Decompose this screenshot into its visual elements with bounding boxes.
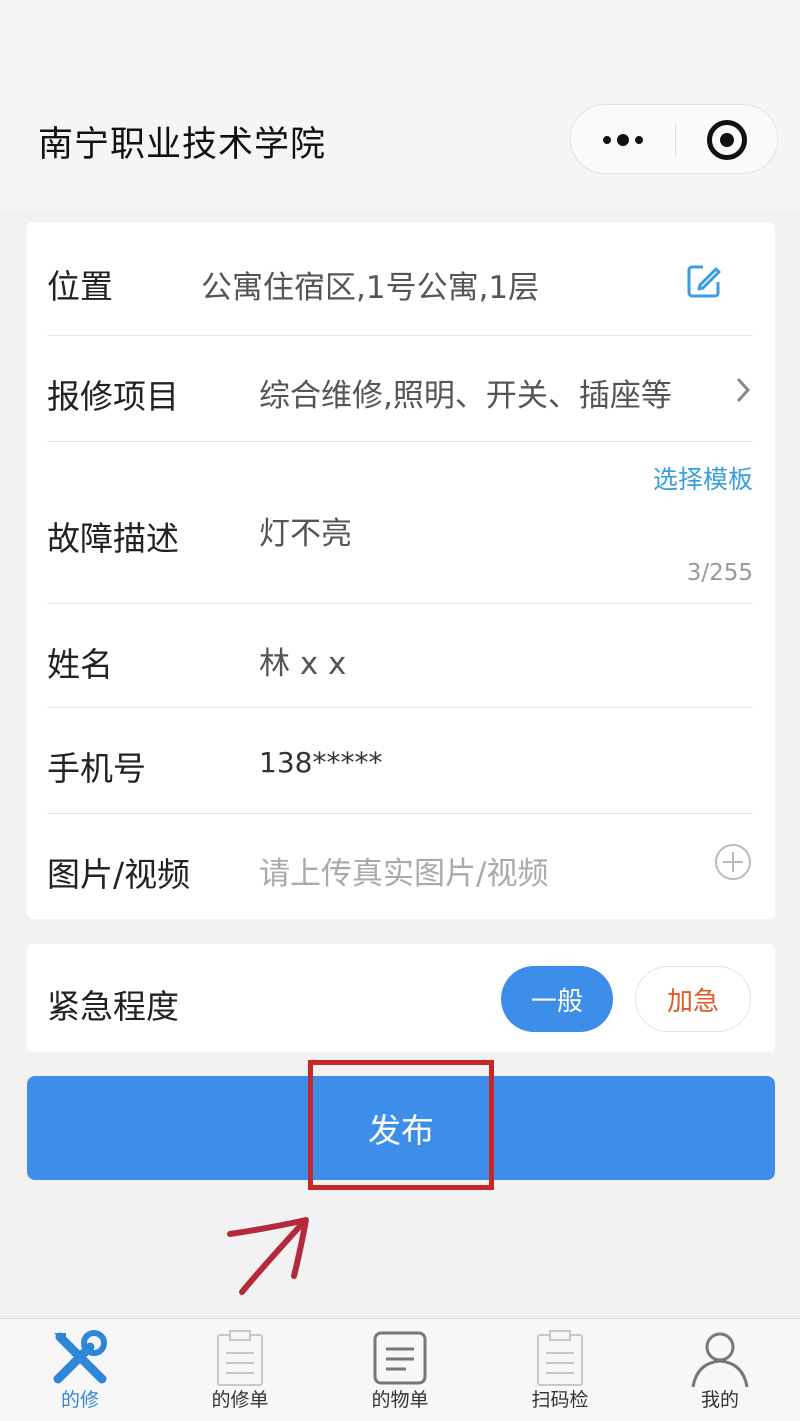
publish-button[interactable]: 发布 bbox=[27, 1076, 775, 1180]
tab-item-orders-label: 的物单 bbox=[371, 1389, 429, 1411]
plus-circle-icon[interactable] bbox=[713, 842, 753, 882]
phone-label: 手机号 bbox=[47, 749, 146, 788]
document-icon bbox=[373, 1331, 427, 1385]
media-row[interactable]: 图片/视频 请上传真实图片/视频 bbox=[47, 814, 753, 919]
more-dots-icon[interactable] bbox=[571, 105, 675, 175]
name-input[interactable]: 林 x x bbox=[259, 638, 346, 683]
repair-item-row[interactable]: 报修项目 综合维修,照明、开关、插座等 bbox=[47, 336, 753, 442]
edit-icon[interactable] bbox=[685, 262, 723, 300]
media-label: 图片/视频 bbox=[47, 855, 191, 894]
repair-item-label: 报修项目 bbox=[47, 377, 179, 416]
tools-icon bbox=[53, 1330, 107, 1384]
tab-profile[interactable]: 我的 bbox=[640, 1319, 800, 1421]
clipboard-check-icon bbox=[537, 1330, 583, 1386]
tab-repair-label: 的修 bbox=[60, 1389, 99, 1411]
urgency-urgent-button[interactable]: 加急 bbox=[635, 966, 751, 1032]
tab-scan-check[interactable]: 扫码检 bbox=[480, 1319, 640, 1421]
select-template-link[interactable]: 选择模板 bbox=[653, 460, 753, 496]
tab-scan-check-label: 扫码检 bbox=[531, 1389, 589, 1411]
user-icon bbox=[691, 1332, 749, 1388]
tab-repair-orders[interactable]: 的修单 bbox=[160, 1319, 320, 1421]
name-row: 姓名 林 x x bbox=[47, 604, 753, 708]
bottom-tab-bar: 的修 的修单 的物单 扫码检 我的 bbox=[0, 1318, 800, 1421]
page-title: 南宁职业技术学院 bbox=[38, 125, 327, 165]
mini-program-capsule bbox=[570, 104, 778, 174]
name-label: 姓名 bbox=[47, 645, 113, 684]
header: 南宁职业技术学院 bbox=[0, 0, 800, 210]
location-value: 公寓住宿区,1号公寓,1层 bbox=[201, 270, 540, 306]
location-row[interactable]: 位置 公寓住宿区,1号公寓,1层 bbox=[47, 222, 753, 336]
urgency-normal-button[interactable]: 一般 bbox=[501, 966, 613, 1032]
phone-input[interactable]: 138***** bbox=[259, 746, 382, 779]
clipboard-icon bbox=[217, 1330, 263, 1386]
repair-form: 位置 公寓住宿区,1号公寓,1层 报修项目 综合维修,照明、开关、插座等 选择模… bbox=[27, 222, 775, 919]
tab-item-orders[interactable]: 的物单 bbox=[320, 1319, 480, 1421]
description-row: 选择模板 故障描述 灯不亮 3/255 bbox=[47, 442, 753, 604]
phone-row: 手机号 138***** bbox=[47, 708, 753, 814]
chevron-right-icon[interactable] bbox=[733, 376, 753, 404]
description-textarea[interactable]: 灯不亮 bbox=[259, 508, 352, 553]
urgency-card: 紧急程度 一般 加急 bbox=[27, 944, 775, 1052]
tab-repair[interactable]: 的修 bbox=[0, 1319, 160, 1421]
char-counter: 3/255 bbox=[686, 560, 753, 586]
media-placeholder: 请上传真实图片/视频 bbox=[259, 856, 549, 892]
description-label: 故障描述 bbox=[47, 519, 179, 558]
repair-item-value: 综合维修,照明、开关、插座等 bbox=[259, 378, 672, 414]
location-label: 位置 bbox=[47, 267, 113, 306]
close-target-icon[interactable] bbox=[675, 105, 779, 175]
annotation-arrow-icon bbox=[227, 1217, 309, 1295]
tab-repair-orders-label: 的修单 bbox=[211, 1389, 269, 1411]
tab-profile-label: 我的 bbox=[700, 1389, 739, 1411]
urgency-label: 紧急程度 bbox=[47, 987, 179, 1026]
